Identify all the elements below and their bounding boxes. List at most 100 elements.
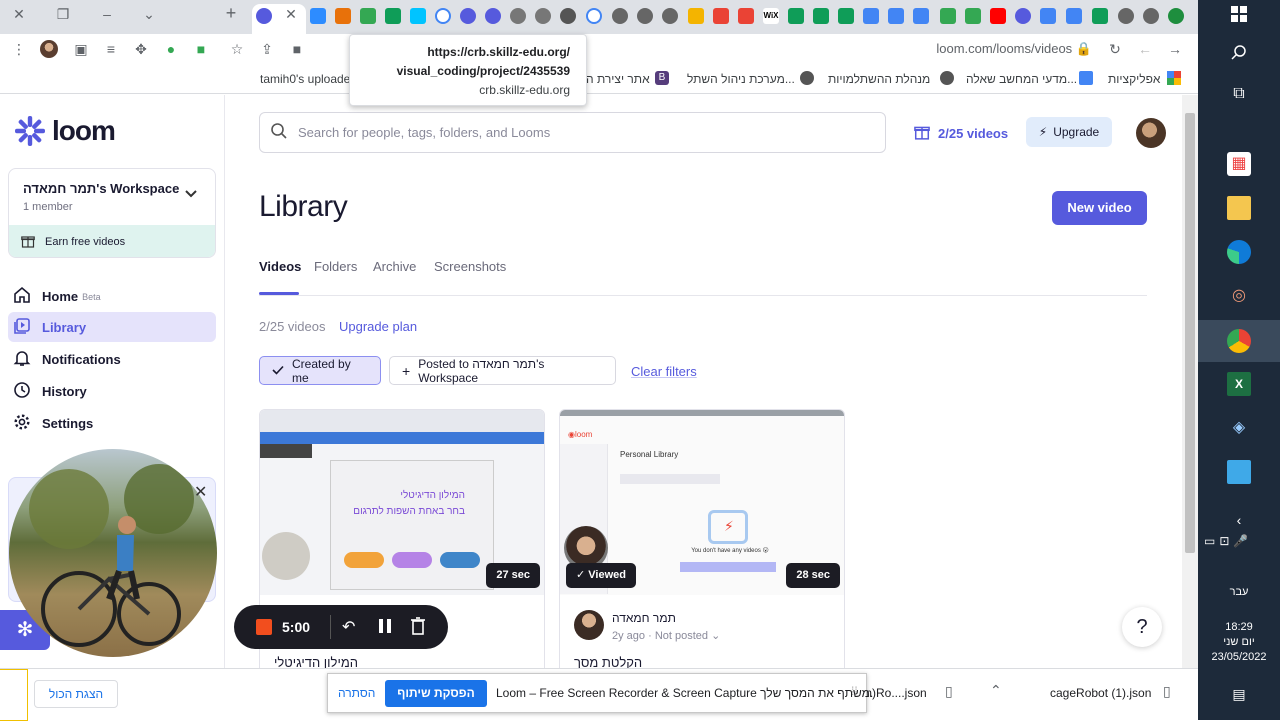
upgrade-plan-link[interactable]: Upgrade plan: [339, 319, 417, 334]
share-icon[interactable]: ⇪: [258, 40, 276, 58]
video-thumbnail[interactable]: המילון הדיגיטלי בחר באחת השפות לתרגום 27…: [260, 410, 544, 595]
clear-filters-link[interactable]: Clear filters: [631, 364, 697, 379]
extensions-icon[interactable]: ✥: [132, 40, 150, 58]
extension-android-icon[interactable]: ●: [162, 40, 180, 58]
stop-sharing-button[interactable]: הפסקת שיתוף: [385, 680, 487, 707]
tab-app-icon-3[interactable]: [1168, 8, 1184, 24]
webcam-bubble[interactable]: [9, 449, 217, 657]
earn-free-videos-link[interactable]: Earn free videos: [9, 225, 215, 257]
tab-globe-icon-7[interactable]: [1118, 8, 1134, 24]
video-title[interactable]: המילון הדיגיטלי: [274, 655, 358, 668]
tab-docs-icon-4[interactable]: [1040, 8, 1056, 24]
help-button[interactable]: ?: [1122, 607, 1162, 647]
workspace-switcher[interactable]: תמר חמאדה's Workspace 1 member Earn free…: [8, 168, 216, 258]
upgrade-button[interactable]: ⚡ Upgrade: [1026, 117, 1112, 147]
tab-drive-icon-3[interactable]: [965, 8, 981, 24]
tab-google-icon[interactable]: [435, 8, 451, 24]
reading-list-icon[interactable]: ≡: [102, 40, 120, 58]
profile-avatar[interactable]: [40, 40, 58, 58]
tab-search-icon[interactable]: ⌄: [138, 6, 160, 23]
task-view-icon[interactable]: ⧉: [1227, 82, 1251, 106]
taskbar-clock[interactable]: 18:29 יום שני 23/05/2022: [1198, 620, 1280, 665]
app-icon[interactable]: ◎: [1227, 284, 1251, 308]
tab-loom-icon-3[interactable]: [1015, 8, 1031, 24]
reload-icon[interactable]: ↻: [1106, 40, 1124, 58]
tab-wix-icon[interactable]: WiX: [763, 8, 779, 24]
new-video-button[interactable]: New video: [1052, 191, 1147, 225]
tab-globe-icon[interactable]: [510, 8, 526, 24]
tab-globe-icon-2[interactable]: [535, 8, 551, 24]
close-window-icon[interactable]: ✕: [8, 6, 30, 23]
trash-icon[interactable]: [410, 617, 426, 635]
file-explorer-icon[interactable]: [1227, 196, 1251, 220]
tab-google-icon-2[interactable]: [586, 8, 602, 24]
extension-app-icon[interactable]: ■: [192, 40, 210, 58]
tab-sheets-icon[interactable]: [385, 8, 401, 24]
tab-docs-icon[interactable]: [863, 8, 879, 24]
tab-play-icon[interactable]: [410, 8, 426, 24]
tab-sheets-icon-2[interactable]: [788, 8, 804, 24]
windows-start-icon[interactable]: [1227, 6, 1251, 30]
tab-folders[interactable]: Folders: [314, 259, 357, 274]
video-author[interactable]: תמר חמאדה: [612, 611, 676, 625]
tab-zoom-icon[interactable]: [310, 8, 326, 24]
sidebar-item-notifications[interactable]: Notifications: [8, 344, 216, 374]
app-icon[interactable]: ◈: [1227, 416, 1251, 440]
side-panel-icon[interactable]: ▣: [72, 40, 90, 58]
search-input[interactable]: Search for people, tags, folders, and Lo…: [259, 112, 886, 153]
bookmark-star-icon[interactable]: ☆: [228, 40, 246, 58]
download-item[interactable]: cageRobot (1).json: [1050, 686, 1151, 700]
tab-app-icon-2[interactable]: [688, 8, 704, 24]
menu-dots-icon[interactable]: ⋮: [10, 40, 28, 58]
tab-gmail-icon[interactable]: [713, 8, 729, 24]
tab-globe-icon-8[interactable]: [1143, 8, 1159, 24]
bookmark-item[interactable]: מדעי המחשב שאלה...: [966, 72, 1077, 86]
excel-icon[interactable]: X: [1227, 372, 1251, 396]
tab-loom-icon-2[interactable]: [485, 8, 501, 24]
tab-gmail-icon-2[interactable]: [738, 8, 754, 24]
tab-archive[interactable]: Archive: [373, 259, 416, 274]
chevron-up-icon[interactable]: ⌃: [990, 682, 1002, 699]
notifications-icon[interactable]: ▤: [1227, 682, 1251, 706]
page-scrollbar[interactable]: [1182, 95, 1198, 668]
tab-globe-icon-5[interactable]: [637, 8, 653, 24]
restore-window-icon[interactable]: ❐: [52, 6, 74, 23]
back-icon[interactable]: ←: [1136, 40, 1154, 58]
video-title[interactable]: הקלטת מסך: [574, 655, 642, 668]
tab-app-icon[interactable]: [335, 8, 351, 24]
sidebar-item-settings[interactable]: Settings: [8, 408, 216, 438]
tab-drive-icon[interactable]: [360, 8, 376, 24]
close-tab-icon[interactable]: ✕: [280, 6, 302, 23]
store-icon[interactable]: ▦: [1227, 152, 1251, 176]
tab-sheets-icon-4[interactable]: [838, 8, 854, 24]
filter-created-by-me[interactable]: Created by me: [259, 356, 381, 385]
forward-icon[interactable]: →: [1166, 40, 1184, 58]
tab-sheets-icon-5[interactable]: [1092, 8, 1108, 24]
chevron-down-icon[interactable]: [185, 187, 197, 201]
sidebar-item-library[interactable]: Library: [8, 312, 216, 342]
chevron-left-icon[interactable]: ‹: [1227, 508, 1251, 532]
system-tray-icons[interactable]: ▭⊡🎤: [1204, 534, 1252, 548]
bookmark-apps[interactable]: אפליקציות: [1108, 72, 1160, 86]
avatar[interactable]: [574, 610, 604, 640]
tab-docs-icon-2[interactable]: [888, 8, 904, 24]
sidebar-item-history[interactable]: History: [8, 376, 216, 406]
tab-screenshots[interactable]: Screenshots: [434, 259, 506, 274]
restart-icon[interactable]: ↶: [342, 617, 355, 637]
loom-logo[interactable]: loom: [14, 115, 116, 147]
camera-icon[interactable]: ■: [288, 40, 306, 58]
drag-handle-icon[interactable]: ⁞⁞: [851, 684, 858, 698]
video-thumbnail[interactable]: ◉loom Personal Library ⚡ You don't have …: [560, 410, 844, 595]
post-status-dropdown[interactable]: Not posted ⌄: [655, 630, 720, 642]
close-icon[interactable]: ✕: [194, 482, 207, 502]
tab-videos[interactable]: Videos: [259, 259, 301, 274]
chrome-icon[interactable]: [1227, 329, 1251, 353]
address-bar[interactable]: loom.com/looms/videos 🔒: [580, 38, 1100, 60]
bookmark-item[interactable]: מערכת ניהול השתל...: [687, 72, 795, 86]
pause-icon[interactable]: [378, 618, 392, 634]
tab-loom-icon[interactable]: [460, 8, 476, 24]
tab-docs-icon-5[interactable]: [1066, 8, 1082, 24]
tab-sheets-icon-3[interactable]: [813, 8, 829, 24]
stop-recording-button[interactable]: [256, 619, 272, 635]
search-icon[interactable]: [1227, 44, 1251, 68]
